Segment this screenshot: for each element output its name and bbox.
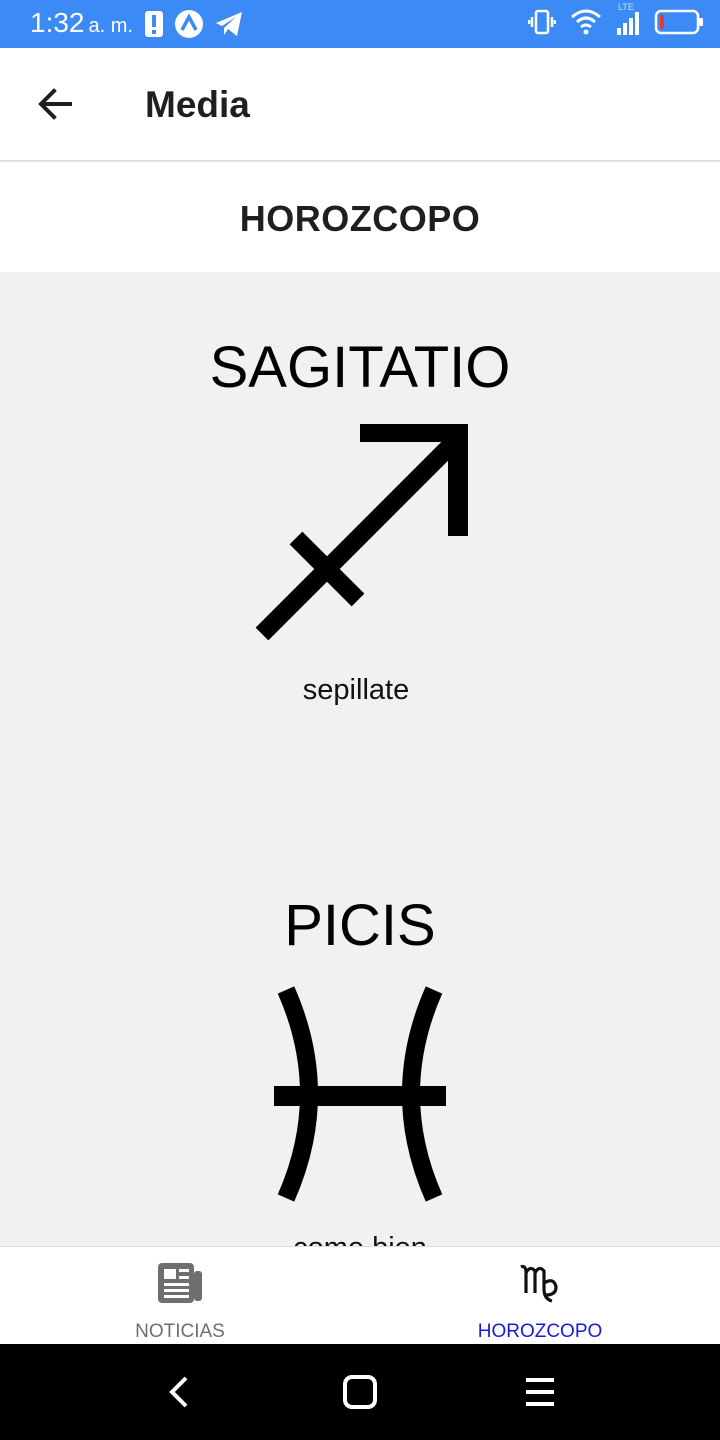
section-header: HOROZCOPO: [0, 162, 720, 272]
vibrate-icon: [527, 8, 557, 41]
newspaper-icon: [156, 1259, 204, 1307]
nav-label-horozcopo: HOROZCOPO: [477, 1321, 603, 1342]
sign-name: PICIS: [284, 893, 436, 958]
telegram-icon: [214, 10, 244, 43]
bottom-navigation: NOTICIAS HOROZCOPO: [0, 1246, 720, 1345]
back-nav-icon[interactable]: [160, 1372, 200, 1412]
battery-low-icon: [654, 8, 704, 41]
virgo-icon: [516, 1259, 564, 1307]
status-time: 1:32 a. m.: [30, 7, 133, 38]
nav-item-noticias[interactable]: NOTICIAS: [0, 1247, 360, 1345]
menu-nav-icon[interactable]: [520, 1372, 560, 1412]
nav-label-noticias: NOTICIAS: [135, 1321, 225, 1342]
sign-name: SAGITATIO: [209, 335, 511, 400]
status-bar: 1:32 a. m. LTE: [0, 0, 720, 48]
sign-description: come bien: [0, 1232, 720, 1246]
horoscope-list[interactable]: SAGITATIO sepillate PICIS come bien: [0, 272, 720, 1246]
sign-card: SAGITATIO sepillate: [0, 272, 720, 832]
home-nav-icon[interactable]: [340, 1372, 380, 1412]
signal-lte-icon: LTE: [616, 2, 640, 41]
arrow-left-icon[interactable]: [34, 82, 78, 126]
system-navigation-bar: [0, 1344, 720, 1440]
sign-description: sepillate: [302, 674, 410, 706]
page-title: Media: [145, 84, 250, 125]
wifi-icon: [570, 8, 602, 41]
sign-card: PICIS come bien: [0, 832, 720, 1246]
app-icon: [174, 9, 204, 44]
section-header-label: HOROZCOPO: [239, 198, 481, 239]
alert-icon: [144, 10, 164, 43]
pisces-icon: [270, 986, 450, 1211]
nav-item-horozcopo[interactable]: HOROZCOPO: [360, 1247, 720, 1345]
sagittarius-icon: [252, 422, 474, 651]
app-bar: Media: [0, 48, 720, 160]
